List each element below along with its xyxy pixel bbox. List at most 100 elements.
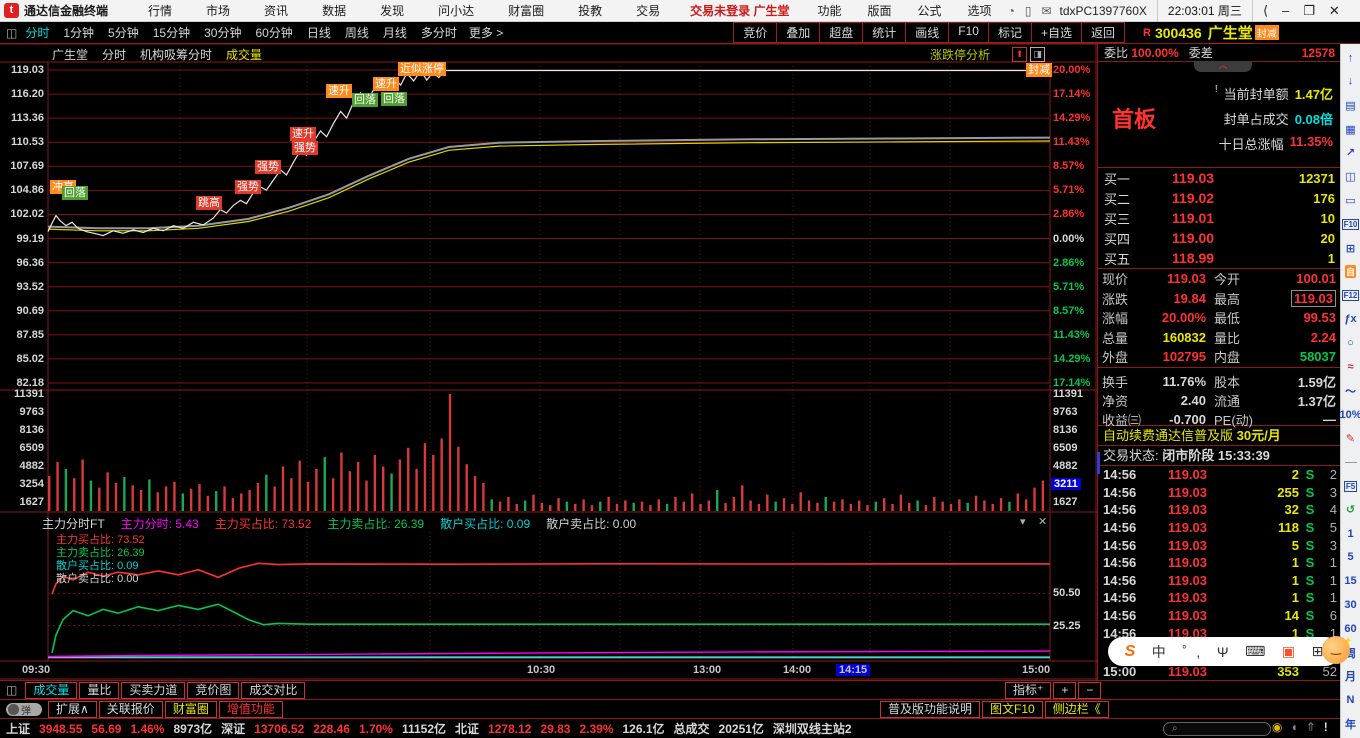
- report-list-icon[interactable]: ▤: [1341, 93, 1360, 117]
- help-link-0[interactable]: 普及版功能说明: [880, 700, 981, 718]
- period-tab-9[interactable]: 多分时: [421, 24, 457, 41]
- more-menu[interactable]: 更多 >: [469, 24, 503, 41]
- menu-item-r0[interactable]: 功能: [818, 2, 842, 19]
- extension-tab-1[interactable]: 关联报价: [98, 700, 163, 718]
- up-icon[interactable]: ↑: [1341, 46, 1360, 70]
- indicator-control-0[interactable]: 指标⁺: [1005, 682, 1052, 699]
- mail-icon[interactable]: ✉: [1041, 4, 1051, 18]
- down-icon[interactable]: ↓: [1341, 70, 1360, 94]
- ten-percent-button[interactable]: 10%: [1339, 403, 1360, 427]
- tool-button-3[interactable]: 统计: [862, 22, 906, 43]
- help-link-2[interactable]: 侧边栏《: [1044, 700, 1109, 718]
- punctuation[interactable]: ゜,: [1182, 642, 1200, 662]
- menu-item-r1[interactable]: 版面: [868, 2, 892, 19]
- lang-chinese[interactable]: 中: [1152, 642, 1166, 662]
- tick-list[interactable]: 14:56 119.03 2 S 2 14:56 119.03 255 S 3 14:56 119.0…: [1098, 466, 1341, 644]
- layout-icon[interactable]: ◫: [6, 26, 17, 40]
- kline-chart-icon[interactable]: ◫: [1341, 165, 1360, 189]
- wave-blue-icon[interactable]: 〜: [1341, 379, 1360, 403]
- sogou-logo[interactable]: S: [1125, 643, 1136, 661]
- period-n[interactable]: N: [1341, 688, 1360, 712]
- tool-button-4[interactable]: 画线: [905, 22, 949, 43]
- alert-icon[interactable]: !: [1324, 720, 1328, 734]
- tool-button-6[interactable]: 标记: [987, 22, 1031, 43]
- tool-button-8[interactable]: 返回: [1081, 22, 1126, 43]
- period-tab-2[interactable]: 5分钟: [108, 24, 139, 41]
- tool-button-2[interactable]: 超盘: [819, 22, 863, 43]
- period-tab-1[interactable]: 1分钟: [63, 24, 94, 41]
- tool-button-1[interactable]: 叠加: [776, 22, 820, 43]
- menu-item-1[interactable]: 市场: [206, 2, 230, 19]
- circle-icon[interactable]: ○: [1341, 331, 1360, 355]
- period-1[interactable]: 1: [1341, 522, 1360, 546]
- period-month[interactable]: 月: [1341, 665, 1360, 689]
- pane-icon[interactable]: ◫: [6, 683, 17, 697]
- news-icon[interactable]: ▭: [1341, 189, 1360, 213]
- popup-toggle[interactable]: 弹: [6, 702, 42, 717]
- headset-icon[interactable]: ◔: [1008, 4, 1015, 18]
- f10-button[interactable]: F10: [1341, 212, 1360, 236]
- indicator-close-icon[interactable]: ✕: [1038, 515, 1047, 528]
- maximize-button[interactable]: ❐: [1303, 3, 1315, 19]
- f5-button[interactable]: F5: [1341, 474, 1360, 498]
- menu-item-5[interactable]: 问小达: [438, 2, 474, 19]
- menu-item-6[interactable]: 财富圈: [508, 2, 544, 19]
- top-icon[interactable]: ⇑: [1306, 720, 1316, 734]
- menu-item-3[interactable]: 数据: [322, 2, 346, 19]
- extension-tab-3[interactable]: 增值功能: [218, 700, 283, 718]
- period-tab-8[interactable]: 月线: [383, 24, 407, 41]
- analysis-up-icon[interactable]: ⬆: [1012, 47, 1027, 62]
- menu-item-4[interactable]: 发现: [380, 2, 404, 19]
- collapse-button[interactable]: ⟨: [1263, 3, 1268, 19]
- sector-tree-icon[interactable]: ⊞: [1341, 236, 1360, 260]
- microphone-icon[interactable]: Ψ: [1217, 644, 1229, 660]
- trend-chart-icon[interactable]: ↗: [1341, 141, 1360, 165]
- analysis-panel-icon[interactable]: ◨: [1030, 47, 1045, 62]
- tool-button-5[interactable]: F10: [948, 22, 988, 43]
- diary-icon[interactable]: 自: [1341, 260, 1360, 284]
- menu-item-8[interactable]: 交易: [636, 2, 660, 19]
- indicator-control-2[interactable]: −: [1078, 682, 1102, 699]
- renew-banner[interactable]: 自动续费通达信普及版 30元/月: [1098, 426, 1341, 446]
- tool-button-0[interactable]: 竞价: [733, 22, 777, 43]
- f12-button[interactable]: F12: [1341, 284, 1360, 308]
- period-5[interactable]: 5: [1341, 546, 1360, 570]
- period-year[interactable]: 年: [1341, 712, 1360, 736]
- formula-icon[interactable]: ƒx: [1341, 308, 1360, 332]
- period-tab-5[interactable]: 60分钟: [255, 24, 292, 41]
- period-tab-3[interactable]: 15分钟: [153, 24, 190, 41]
- login-status[interactable]: 交易未登录 广生堂: [690, 2, 789, 19]
- menu-item-2[interactable]: 资讯: [264, 2, 288, 19]
- close-button[interactable]: ✕: [1329, 3, 1340, 19]
- divider[interactable]: [1341, 450, 1360, 474]
- period-tab-4[interactable]: 30分钟: [204, 24, 241, 41]
- menu-item-7[interactable]: 投教: [578, 2, 602, 19]
- period-30[interactable]: 30: [1341, 593, 1360, 617]
- limit-analysis-label[interactable]: 涨跌停分析: [930, 46, 990, 63]
- panel-scrollbar-thumb[interactable]: [1097, 452, 1100, 474]
- extension-tab-2[interactable]: 财富圈: [164, 700, 217, 718]
- help-link-1[interactable]: 图文F10: [982, 700, 1043, 718]
- menu-item-r3[interactable]: 选项: [968, 2, 992, 19]
- indicator-collapse-icon[interactable]: ▾: [1020, 515, 1026, 528]
- menu-item-0[interactable]: 行情: [148, 2, 172, 19]
- subchart-tab-4[interactable]: 成交对比: [241, 681, 306, 699]
- wave-red-icon[interactable]: ≈: [1341, 355, 1360, 379]
- phone-icon[interactable]: ▯: [1025, 4, 1032, 18]
- subchart-tab-2[interactable]: 买卖力道: [121, 681, 186, 699]
- subchart-tab-0[interactable]: 成交量: [25, 681, 78, 699]
- coin-icon[interactable]: ◉: [1272, 720, 1282, 734]
- subchart-tab-3[interactable]: 竞价图: [187, 681, 240, 699]
- period-tab-0[interactable]: 分时: [25, 24, 49, 41]
- period-15[interactable]: 15: [1341, 569, 1360, 593]
- extension-tab-0[interactable]: 扩展∧: [48, 700, 97, 718]
- refresh-icon[interactable]: ↺: [1341, 498, 1360, 522]
- minimize-button[interactable]: –: [1282, 3, 1289, 19]
- quote-table-icon[interactable]: ▦: [1341, 117, 1360, 141]
- keyboard-icon[interactable]: ⌨: [1245, 643, 1265, 660]
- subchart-tab-1[interactable]: 量比: [79, 681, 120, 699]
- panel-collapse-handle[interactable]: ︿: [1194, 61, 1252, 72]
- period-tab-7[interactable]: 周线: [345, 24, 369, 41]
- search-input[interactable]: ⌕: [1163, 722, 1271, 736]
- skin-icon[interactable]: ▣: [1282, 643, 1295, 660]
